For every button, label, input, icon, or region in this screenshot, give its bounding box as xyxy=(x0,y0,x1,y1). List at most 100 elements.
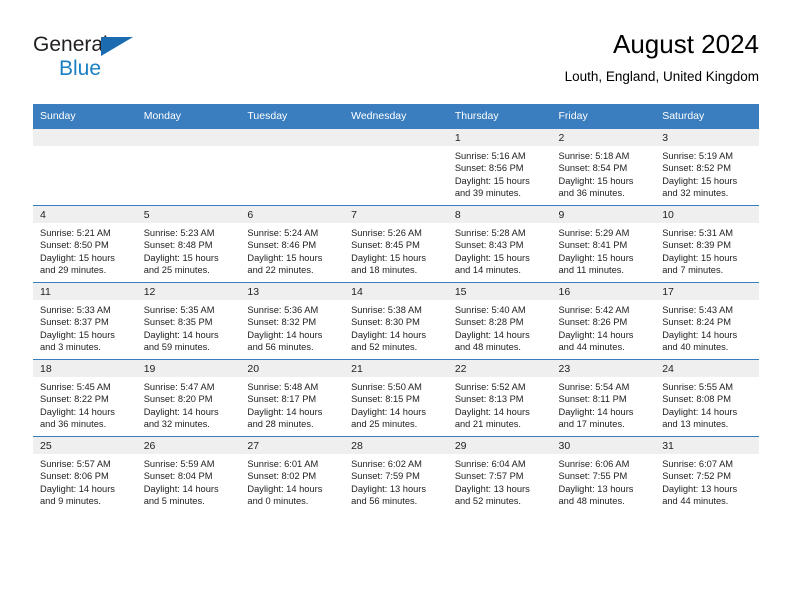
calendar-day-cell[interactable]: 2 Sunrise: 5:18 AM Sunset: 8:54 PM Daylight… xyxy=(551,128,656,206)
calendar-day-cell[interactable]: 14 Sunrise: 5:38 AM Sunset: 8:30 PM Dayligh… xyxy=(344,282,448,360)
day-number: 3 xyxy=(655,129,759,146)
calendar-week-row: 1 Sunrise: 5:16 AM Sunset: 8:56 PM Daylight… xyxy=(33,128,759,206)
day-details: Sunrise: 5:36 AM Sunset: 8:32 PM Daylight:… xyxy=(240,300,344,354)
sunset-text: Sunset: 8:35 PM xyxy=(143,317,213,328)
daylight-text: and 32 minutes. xyxy=(143,419,210,430)
calendar-day-cell[interactable]: 20 Sunrise: 5:48 AM Sunset: 8:17 PM Dayligh… xyxy=(240,359,345,437)
calendar-day-cell[interactable]: 17 Sunrise: 5:43 AM Sunset: 8:24 PM Dayligh… xyxy=(655,282,759,360)
day-details: Sunrise: 5:21 AM Sunset: 8:50 PM Daylight:… xyxy=(33,223,137,277)
calendar-day-cell[interactable]: 31 Sunrise: 6:07 AM Sunset: 7:52 PM Dayligh… xyxy=(655,436,759,513)
calendar-day-cell[interactable]: 16 Sunrise: 5:42 AM Sunset: 8:26 PM Dayligh… xyxy=(551,282,656,360)
calendar-day-cell[interactable]: 25 Sunrise: 5:57 AM Sunset: 8:06 PM Dayligh… xyxy=(33,436,137,513)
calendar-day-cell[interactable]: 7 Sunrise: 5:26 AM Sunset: 8:45 PM Daylight… xyxy=(344,205,448,283)
calendar-day-cell[interactable]: 23 Sunrise: 5:54 AM Sunset: 8:11 PM Dayligh… xyxy=(551,359,656,437)
sunset-text: Sunset: 8:52 PM xyxy=(662,163,731,174)
day-number: 30 xyxy=(551,437,656,454)
calendar-day-cell[interactable]: 29 Sunrise: 6:04 AM Sunset: 7:57 PM Dayligh… xyxy=(447,436,552,513)
daylight-text: Daylight: 14 hours xyxy=(40,483,115,494)
daylight-text: and 11 minutes. xyxy=(558,265,624,276)
day-details: Sunrise: 5:50 AM Sunset: 8:15 PM Daylight:… xyxy=(344,377,448,431)
day-details: Sunrise: 5:54 AM Sunset: 8:11 PM Daylight:… xyxy=(552,377,656,431)
day-details: Sunrise: 5:23 AM Sunset: 8:48 PM Daylight:… xyxy=(137,223,241,277)
day-details: Sunrise: 5:43 AM Sunset: 8:24 PM Daylight:… xyxy=(655,300,759,354)
calendar-day-cell[interactable]: 27 Sunrise: 6:01 AM Sunset: 8:02 PM Dayligh… xyxy=(240,436,345,513)
sunrise-text: Sunrise: 5:36 AM xyxy=(247,305,319,315)
day-details: Sunrise: 5:35 AM Sunset: 8:35 PM Daylight:… xyxy=(137,300,241,354)
calendar-day-cell[interactable]: 13 Sunrise: 5:36 AM Sunset: 8:32 PM Dayligh… xyxy=(240,282,345,360)
day-number: 29 xyxy=(447,437,552,454)
calendar-day-cell[interactable]: 3 Sunrise: 5:19 AM Sunset: 8:52 PM Daylight… xyxy=(655,128,759,206)
calendar-day-cell[interactable]: 19 Sunrise: 5:47 AM Sunset: 8:20 PM Dayligh… xyxy=(136,359,241,437)
triangle-flag-icon xyxy=(101,37,133,56)
sunrise-text: Sunrise: 5:45 AM xyxy=(40,382,111,392)
calendar-day-cell[interactable]: 9 Sunrise: 5:29 AM Sunset: 8:41 PM Daylight… xyxy=(551,205,656,283)
daylight-text: Daylight: 13 hours xyxy=(558,483,634,494)
day-cell-inner: 19 Sunrise: 5:47 AM Sunset: 8:20 PM Dayligh… xyxy=(136,360,241,436)
calendar-day-cell[interactable]: 1 Sunrise: 5:16 AM Sunset: 8:56 PM Daylight… xyxy=(447,128,552,206)
day-cell-inner xyxy=(33,129,137,205)
calendar-day-cell[interactable]: 8 Sunrise: 5:28 AM Sunset: 8:43 PM Daylight… xyxy=(447,205,552,283)
calendar-day-cell[interactable]: 28 Sunrise: 6:02 AM Sunset: 7:59 PM Dayligh… xyxy=(344,436,448,513)
calendar-day-cell[interactable]: 11 Sunrise: 5:33 AM Sunset: 8:37 PM Dayligh… xyxy=(33,282,137,360)
sunrise-text: Sunrise: 5:23 AM xyxy=(143,228,215,238)
sunrise-text: Sunrise: 5:35 AM xyxy=(143,305,215,315)
calendar-day-cell[interactable]: 24 Sunrise: 5:55 AM Sunset: 8:08 PM Dayligh… xyxy=(655,359,759,437)
sunrise-text: Sunrise: 5:24 AM xyxy=(247,228,319,238)
day-number: 7 xyxy=(344,206,448,223)
day-details: Sunrise: 5:29 AM Sunset: 8:41 PM Daylight:… xyxy=(552,223,656,277)
daylight-text: Daylight: 14 hours xyxy=(454,406,530,417)
daylight-text: Daylight: 14 hours xyxy=(558,406,634,417)
sunset-text: Sunset: 8:24 PM xyxy=(662,317,731,328)
sunrise-text: Sunrise: 5:48 AM xyxy=(247,382,319,392)
day-cell-inner: 23 Sunrise: 5:54 AM Sunset: 8:11 PM Dayligh… xyxy=(551,360,656,436)
day-details: Sunrise: 5:42 AM Sunset: 8:26 PM Daylight:… xyxy=(552,300,656,354)
day-number: 2 xyxy=(551,129,656,146)
sunrise-text: Sunrise: 6:02 AM xyxy=(351,459,422,469)
brand-logo[interactable]: General Blue xyxy=(33,34,153,80)
daylight-text: and 14 minutes. xyxy=(454,265,521,276)
day-cell-inner: 13 Sunrise: 5:36 AM Sunset: 8:32 PM Dayligh… xyxy=(240,283,345,359)
calendar-table: Sunday Monday Tuesday Wednesday Thursday… xyxy=(33,104,759,513)
calendar-day-cell[interactable]: 26 Sunrise: 5:59 AM Sunset: 8:04 PM Dayligh… xyxy=(136,436,241,513)
day-details: Sunrise: 5:48 AM Sunset: 8:17 PM Daylight:… xyxy=(240,377,344,431)
calendar-day-cell[interactable]: 15 Sunrise: 5:40 AM Sunset: 8:28 PM Dayligh… xyxy=(447,282,552,360)
sunrise-text: Sunrise: 5:40 AM xyxy=(454,305,526,315)
daylight-text: and 52 minutes. xyxy=(454,496,521,507)
day-number: 12 xyxy=(136,283,241,300)
calendar-day-cell[interactable]: 12 Sunrise: 5:35 AM Sunset: 8:35 PM Dayligh… xyxy=(136,282,241,360)
weekday-header-saturday: Saturday xyxy=(655,104,759,129)
calendar-day-cell[interactable]: 18 Sunrise: 5:45 AM Sunset: 8:22 PM Dayligh… xyxy=(33,359,137,437)
daylight-text: Daylight: 15 hours xyxy=(454,175,530,186)
sunset-text: Sunset: 8:22 PM xyxy=(40,394,109,405)
day-cell-inner: 11 Sunrise: 5:33 AM Sunset: 8:37 PM Dayligh… xyxy=(33,283,137,359)
daylight-text: and 25 minutes. xyxy=(351,419,418,430)
daylight-text: and 56 minutes. xyxy=(247,342,314,353)
day-number: 4 xyxy=(33,206,137,223)
daylight-text: and 48 minutes. xyxy=(558,496,625,507)
sunrise-text: Sunrise: 5:18 AM xyxy=(558,151,630,161)
sunset-text: Sunset: 8:32 PM xyxy=(247,317,317,328)
day-details: Sunrise: 6:06 AM Sunset: 7:55 PM Daylight:… xyxy=(552,454,656,508)
calendar-week-row: 25 Sunrise: 5:57 AM Sunset: 8:06 PM Dayligh… xyxy=(33,436,759,513)
day-number: 28 xyxy=(344,437,448,454)
calendar-day-cell[interactable]: 4 Sunrise: 5:21 AM Sunset: 8:50 PM Daylight… xyxy=(33,205,137,283)
calendar-day-cell[interactable]: 21 Sunrise: 5:50 AM Sunset: 8:15 PM Dayligh… xyxy=(344,359,448,437)
day-details: Sunrise: 5:59 AM Sunset: 8:04 PM Daylight:… xyxy=(137,454,241,508)
day-number: 17 xyxy=(655,283,759,300)
calendar-week-row: 18 Sunrise: 5:45 AM Sunset: 8:22 PM Dayligh… xyxy=(33,359,759,437)
calendar-day-cell[interactable]: 5 Sunrise: 5:23 AM Sunset: 8:48 PM Daylight… xyxy=(136,205,241,283)
sunset-text: Sunset: 8:45 PM xyxy=(351,240,420,251)
sunset-text: Sunset: 8:08 PM xyxy=(662,394,731,405)
sunset-text: Sunset: 8:56 PM xyxy=(454,163,524,174)
daylight-text: Daylight: 15 hours xyxy=(558,252,634,263)
weekday-header-friday: Friday xyxy=(551,104,656,129)
day-cell-inner: 15 Sunrise: 5:40 AM Sunset: 8:28 PM Dayligh… xyxy=(447,283,552,359)
calendar-day-cell[interactable]: 10 Sunrise: 5:31 AM Sunset: 8:39 PM Dayligh… xyxy=(655,205,759,283)
day-number: 14 xyxy=(344,283,448,300)
calendar-day-cell[interactable]: 30 Sunrise: 6:06 AM Sunset: 7:55 PM Dayligh… xyxy=(551,436,656,513)
sunset-text: Sunset: 8:37 PM xyxy=(40,317,109,328)
calendar-day-cell[interactable]: 6 Sunrise: 5:24 AM Sunset: 8:46 PM Daylight… xyxy=(240,205,345,283)
calendar-day-cell[interactable]: 22 Sunrise: 5:52 AM Sunset: 8:13 PM Dayligh… xyxy=(447,359,552,437)
sunset-text: Sunset: 8:04 PM xyxy=(143,471,213,482)
daylight-text: Daylight: 14 hours xyxy=(662,329,738,340)
